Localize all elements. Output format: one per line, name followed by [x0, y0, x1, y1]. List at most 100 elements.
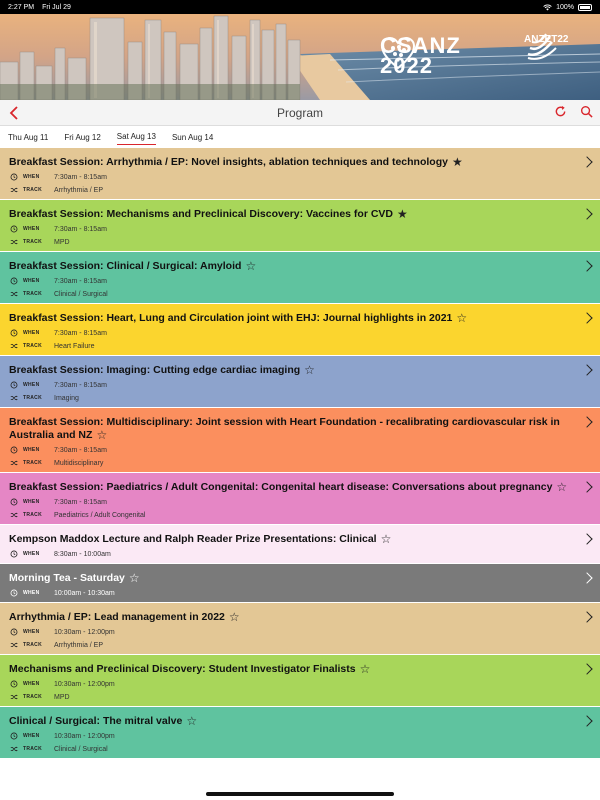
session-title-text: Kempson Maddox Lecture and Ralph Reader …: [9, 533, 377, 545]
session-title: Mechanisms and Preclinical Discovery: St…: [9, 663, 576, 676]
when-label: WHEN: [23, 226, 40, 232]
star-outline-icon[interactable]: ☆: [245, 260, 256, 273]
tab-day-1[interactable]: Fri Aug 12: [64, 130, 100, 145]
session-when: WHEN 7:30am - 8:15am: [9, 276, 576, 286]
shuffle-icon: [10, 746, 18, 752]
session-when: WHEN 10:30am - 12:00pm: [9, 679, 576, 689]
star-filled-icon[interactable]: ★: [452, 156, 463, 169]
session-when: WHEN 10:00am - 10:30am: [9, 588, 576, 598]
star-outline-icon[interactable]: ☆: [556, 481, 567, 494]
session-track-name: Clinical / Surgical: [54, 745, 108, 753]
status-time: 2:27 PM: [8, 3, 35, 11]
session-row[interactable]: Arrhythmia / EP: Lead management in 2022…: [0, 603, 600, 655]
chevron-right-icon: [581, 312, 593, 324]
session-title: Breakfast Session: Clinical / Surgical: …: [9, 260, 576, 273]
session-row[interactable]: Mechanisms and Preclinical Discovery: St…: [0, 655, 600, 707]
session-row[interactable]: Breakfast Session: Arrhythmia / EP: Nove…: [0, 148, 600, 200]
shuffle-icon: [10, 694, 18, 700]
session-when: WHEN 10:30am - 12:00pm: [9, 627, 576, 637]
csanz-logo: CSANZ 2022: [380, 35, 461, 77]
when-label: WHEN: [23, 330, 40, 336]
clock-icon: [10, 589, 18, 597]
session-title-text: Mechanisms and Preclinical Discovery: St…: [9, 663, 356, 675]
session-track: TRACK MPD: [9, 237, 576, 247]
session-when: WHEN 10:30am - 12:00pm: [9, 731, 576, 741]
star-outline-icon[interactable]: ☆: [381, 533, 392, 546]
tab-day-3[interactable]: Sun Aug 14: [172, 130, 213, 145]
session-time: 10:00am - 10:30am: [54, 589, 115, 597]
when-label: WHEN: [23, 590, 40, 596]
session-track-name: Imaging: [54, 394, 79, 402]
battery-percent: 100%: [556, 3, 574, 11]
tab-day-2[interactable]: Sat Aug 13: [116, 129, 156, 145]
session-track-name: MPD: [54, 693, 70, 701]
back-button[interactable]: [6, 104, 24, 122]
session-track-name: MPD: [54, 238, 70, 246]
when-label: WHEN: [23, 447, 40, 453]
anzet-logo: ANZET22: [524, 32, 568, 60]
star-outline-icon[interactable]: ☆: [96, 429, 107, 442]
session-list: Breakfast Session: Arrhythmia / EP: Nove…: [0, 148, 600, 759]
star-outline-icon[interactable]: ☆: [229, 611, 240, 624]
chevron-right-icon: [581, 260, 593, 272]
session-title: Breakfast Session: Mechanisms and Precli…: [9, 208, 576, 221]
when-label: WHEN: [23, 629, 40, 635]
session-row[interactable]: Breakfast Session: Imaging: Cutting edge…: [0, 356, 600, 408]
session-row[interactable]: Breakfast Session: Clinical / Surgical: …: [0, 252, 600, 304]
star-outline-icon[interactable]: ☆: [129, 572, 140, 585]
session-track: TRACK Heart Failure: [9, 341, 576, 351]
session-row[interactable]: Breakfast Session: Mechanisms and Precli…: [0, 200, 600, 252]
star-outline-icon[interactable]: ☆: [360, 663, 371, 676]
session-title: Breakfast Session: Imaging: Cutting edge…: [9, 364, 576, 377]
when-label: WHEN: [23, 499, 40, 505]
track-label: TRACK: [23, 291, 42, 297]
session-row[interactable]: Clinical / Surgical: The mitral valve ☆ WH…: [0, 707, 600, 759]
session-when: WHEN 7:30am - 8:15am: [9, 172, 576, 182]
city-skyline-image: [0, 14, 600, 100]
track-label: TRACK: [23, 460, 42, 466]
session-track: TRACK Paediatrics / Adult Congenital: [9, 510, 576, 520]
clock-icon: [10, 173, 18, 181]
chevron-right-icon: [581, 572, 593, 584]
conference-banner: CSANZ 2022 ANZET22: [0, 14, 600, 100]
star-filled-icon[interactable]: ★: [397, 208, 408, 221]
session-row[interactable]: Breakfast Session: Paediatrics / Adult C…: [0, 473, 600, 525]
session-time: 10:30am - 12:00pm: [54, 732, 115, 740]
session-row[interactable]: Kempson Maddox Lecture and Ralph Reader …: [0, 525, 600, 564]
battery-icon: [578, 3, 592, 11]
status-bar: 2:27 PM Fri Jul 29 100%: [0, 0, 600, 14]
chevron-right-icon: [581, 481, 593, 493]
session-row[interactable]: Breakfast Session: Heart, Lung and Circu…: [0, 304, 600, 356]
search-button[interactable]: [580, 105, 593, 118]
session-track: TRACK Clinical / Surgical: [9, 289, 576, 299]
session-track-name: Clinical / Surgical: [54, 290, 108, 298]
session-title: Clinical / Surgical: The mitral valve ☆: [9, 715, 576, 728]
star-outline-icon[interactable]: ☆: [456, 312, 467, 325]
chevron-right-icon: [581, 416, 593, 428]
session-row[interactable]: Breakfast Session: Multidisciplinary: Jo…: [0, 408, 600, 473]
session-title-text: Breakfast Session: Arrhythmia / EP: Nove…: [9, 156, 448, 168]
star-outline-icon[interactable]: ☆: [304, 364, 315, 377]
clock-icon: [10, 628, 18, 636]
shuffle-icon: [10, 512, 18, 518]
home-indicator[interactable]: [206, 792, 394, 796]
shuffle-icon: [10, 642, 18, 648]
refresh-button[interactable]: [554, 105, 567, 118]
session-when: WHEN 8:30am - 10:00am: [9, 549, 576, 559]
star-outline-icon[interactable]: ☆: [186, 715, 197, 728]
session-time: 10:30am - 12:00pm: [54, 680, 115, 688]
chevron-right-icon: [581, 208, 593, 220]
track-label: TRACK: [23, 694, 42, 700]
chevron-right-icon: [581, 611, 593, 623]
track-label: TRACK: [23, 187, 42, 193]
track-label: TRACK: [23, 239, 42, 245]
tab-day-0[interactable]: Thu Aug 11: [8, 130, 48, 145]
session-title: Arrhythmia / EP: Lead management in 2022…: [9, 611, 576, 624]
session-title-text: Arrhythmia / EP: Lead management in 2022: [9, 611, 225, 623]
session-time: 7:30am - 8:15am: [54, 225, 107, 233]
swirl-logo-icon: [527, 33, 557, 60]
session-row[interactable]: Morning Tea - Saturday ☆ WHEN 10:00am - 10:…: [0, 564, 600, 603]
session-track: TRACK Clinical / Surgical: [9, 744, 576, 754]
clock-icon: [10, 732, 18, 740]
chevron-right-icon: [581, 364, 593, 376]
